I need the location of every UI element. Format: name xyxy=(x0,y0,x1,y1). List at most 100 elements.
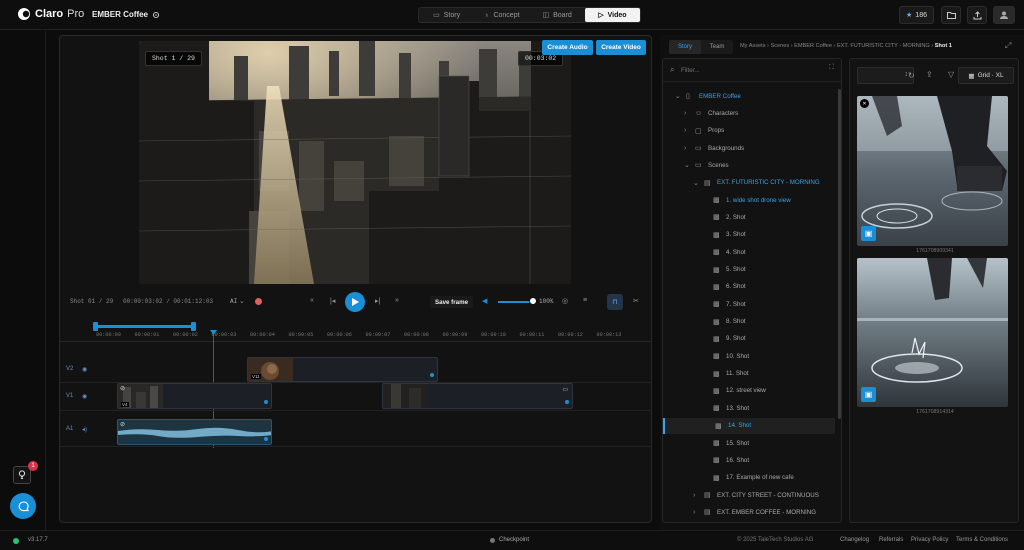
chevron-right-icon[interactable]: › xyxy=(693,492,695,499)
tab-story[interactable]: ▭ Story xyxy=(419,8,474,22)
chevron-right-icon[interactable]: › xyxy=(684,145,686,152)
filter-input[interactable] xyxy=(681,63,821,77)
tree-item[interactable]: ▩ 14. Shot xyxy=(663,417,835,434)
scan-icon[interactable]: ⛶ xyxy=(829,64,834,72)
step-forward-icon[interactable]: ▸| xyxy=(375,297,380,305)
tab-board[interactable]: ◫ Board xyxy=(530,8,585,22)
scissors-icon[interactable]: ✂ xyxy=(633,297,639,305)
tree-item[interactable]: ▩ 4. Shot xyxy=(663,244,835,260)
chevron-right-icon[interactable]: › xyxy=(684,127,686,134)
tree-item[interactable]: ▩ 10. Shot xyxy=(663,348,835,364)
list-icon[interactable]: ≡ xyxy=(583,297,587,304)
tree-item[interactable]: ▩ 11. Shot xyxy=(663,366,835,382)
tree-item[interactable]: ▩ 7. Shot xyxy=(663,296,835,312)
breadcrumb-item[interactable]: EMBER Coffee xyxy=(794,43,832,49)
create-video-button[interactable]: Create Video xyxy=(596,40,646,55)
tree-item[interactable]: ▩ 2. Shot xyxy=(663,209,835,225)
skip-forward-icon[interactable]: » xyxy=(395,297,399,304)
checkpoint-button[interactable]: Checkpoint xyxy=(499,537,529,543)
tree-item[interactable]: › ☺ Characters xyxy=(663,105,835,121)
tree-item[interactable]: ▩ 1. wide shot drone view xyxy=(663,192,835,208)
footer-link-privacy[interactable]: Privacy Policy xyxy=(911,537,948,543)
tab-video[interactable]: ▷ Video xyxy=(584,8,640,22)
step-back-icon[interactable]: |◂ xyxy=(330,297,335,305)
clip-handle[interactable] xyxy=(430,373,434,377)
volume-icon[interactable]: ◀ xyxy=(482,297,487,305)
eye-icon[interactable]: ◉ xyxy=(82,393,87,400)
tree-item[interactable]: ⌄ ▯ EMBER Coffee xyxy=(663,88,835,104)
settings-icon[interactable] xyxy=(152,11,160,19)
timeline-clip-v2[interactable]: V11 xyxy=(247,357,438,382)
skip-back-icon[interactable]: « xyxy=(310,297,314,304)
upload-button[interactable] xyxy=(967,6,987,24)
timeline-clip-a1[interactable]: ⊘ xyxy=(117,419,272,445)
tree-item[interactable]: ▩ 5. Shot xyxy=(663,262,835,278)
play-button[interactable] xyxy=(345,292,365,312)
project-selector[interactable]: EMBER Coffee xyxy=(92,10,160,19)
chevron-right-icon[interactable]: › xyxy=(693,509,695,516)
timeline-clip-v1-b[interactable]: ▭ xyxy=(382,383,573,409)
breadcrumb-item[interactable]: EXT. FUTURISTIC CITY - MORNING xyxy=(837,43,930,49)
ai-selector[interactable]: AI xyxy=(230,298,237,305)
chevron-down-icon[interactable]: ⌄ xyxy=(675,92,681,100)
volume-slider[interactable] xyxy=(498,301,532,303)
tree-item[interactable]: ▩ 6. Shot xyxy=(663,279,835,295)
tree-item[interactable]: › ▭ Backgrounds xyxy=(663,140,835,156)
timeline-ruler[interactable]: 00:00:00 00:00:01 00:00:02 00:00:03 00:00:04… xyxy=(60,330,652,342)
footer-link-referrals[interactable]: Referrals xyxy=(879,537,903,543)
tree-item[interactable]: ▩ 9. Shot xyxy=(663,331,835,347)
filter-icon[interactable]: ▽ xyxy=(948,70,954,79)
gallery-field[interactable]: ↕ xyxy=(857,67,914,84)
expand-icon[interactable]: ⤢ xyxy=(1005,41,1011,51)
tab-team[interactable]: Team xyxy=(701,40,733,54)
credits-button[interactable]: ★ 186 xyxy=(899,6,934,24)
tree-item[interactable]: ›▤INT. EMBER COFFEE - MORNING xyxy=(663,522,835,523)
record-icon[interactable] xyxy=(255,298,262,305)
tree-item[interactable]: › ▤ EXT. CITY STREET - CONTINUOUS xyxy=(663,487,835,503)
gallery-image-1[interactable]: ✕ ▣ xyxy=(857,96,1008,246)
breadcrumb-item[interactable]: Scenes xyxy=(770,43,789,49)
save-frame-button[interactable]: Save frame xyxy=(430,296,474,308)
clip-handle[interactable] xyxy=(264,400,268,404)
tree-item[interactable]: ▩ 17. Example of new cafe xyxy=(663,470,835,486)
refresh-icon[interactable]: ↻ xyxy=(908,71,915,80)
tree-item[interactable]: ⌄ ▭ Scenes xyxy=(663,157,835,173)
tree-scrollbar[interactable] xyxy=(838,89,841,419)
image-icon[interactable]: ▣ xyxy=(861,226,876,241)
video-preview[interactable] xyxy=(139,41,571,284)
footer-link-terms[interactable]: Terms & Conditions xyxy=(956,537,1008,543)
tree-item[interactable]: ▩ 3. Shot xyxy=(663,227,835,243)
volume-knob[interactable] xyxy=(530,298,536,304)
tab-concept[interactable]: ♁ Concept xyxy=(474,8,529,22)
clip-handle[interactable] xyxy=(264,437,268,441)
image-icon[interactable]: ▣ xyxy=(861,387,876,402)
tree-item[interactable]: › ▢ Props xyxy=(663,123,835,139)
tree-item[interactable]: ▩ 16. Shot xyxy=(663,452,835,468)
snap-toggle[interactable]: ⊓ xyxy=(607,294,623,310)
gallery-image-2[interactable]: ▣ xyxy=(857,258,1008,407)
breadcrumb-item[interactable]: My Assets xyxy=(740,43,766,49)
footer-link-changelog[interactable]: Changelog xyxy=(840,537,869,543)
avatar[interactable] xyxy=(993,6,1015,24)
chevron-right-icon[interactable]: › xyxy=(684,110,686,117)
create-audio-button[interactable]: Create Audio xyxy=(542,40,593,55)
eye-icon[interactable]: ◉ xyxy=(82,366,87,373)
zoom-range[interactable] xyxy=(96,325,194,328)
tree-item[interactable]: ▩ 13. Shot xyxy=(663,400,835,416)
tree-item[interactable]: ▩ 8. Shot xyxy=(663,314,835,330)
clip-handle[interactable] xyxy=(565,400,569,404)
tree-item[interactable]: › ▤ EXT. EMBER COFFEE - MORNING xyxy=(663,504,835,520)
tab-story-assets[interactable]: Story xyxy=(669,40,701,54)
speaker-icon[interactable]: ◂) xyxy=(82,426,87,433)
chat-button[interactable] xyxy=(10,493,36,519)
upload-icon[interactable]: ⇪ xyxy=(926,70,933,79)
folder-button[interactable] xyxy=(941,6,961,24)
chevron-down-icon[interactable]: ⌄ xyxy=(684,161,690,169)
timeline-clip-v1-a[interactable]: ⊘ V4 xyxy=(117,383,272,409)
chevron-down-icon[interactable]: ⌄ xyxy=(693,179,699,187)
tree-item[interactable]: ⌄ ▤ EXT. FUTURISTIC CITY - MORNING xyxy=(663,175,835,191)
tree-item[interactable]: ▩ 12. street view xyxy=(663,383,835,399)
grid-size-select[interactable]: ▦ Grid · XL xyxy=(958,67,1014,84)
app-logo[interactable]: Claro Pro xyxy=(17,7,84,21)
tree-item[interactable]: ▩ 15. Shot xyxy=(663,435,835,451)
